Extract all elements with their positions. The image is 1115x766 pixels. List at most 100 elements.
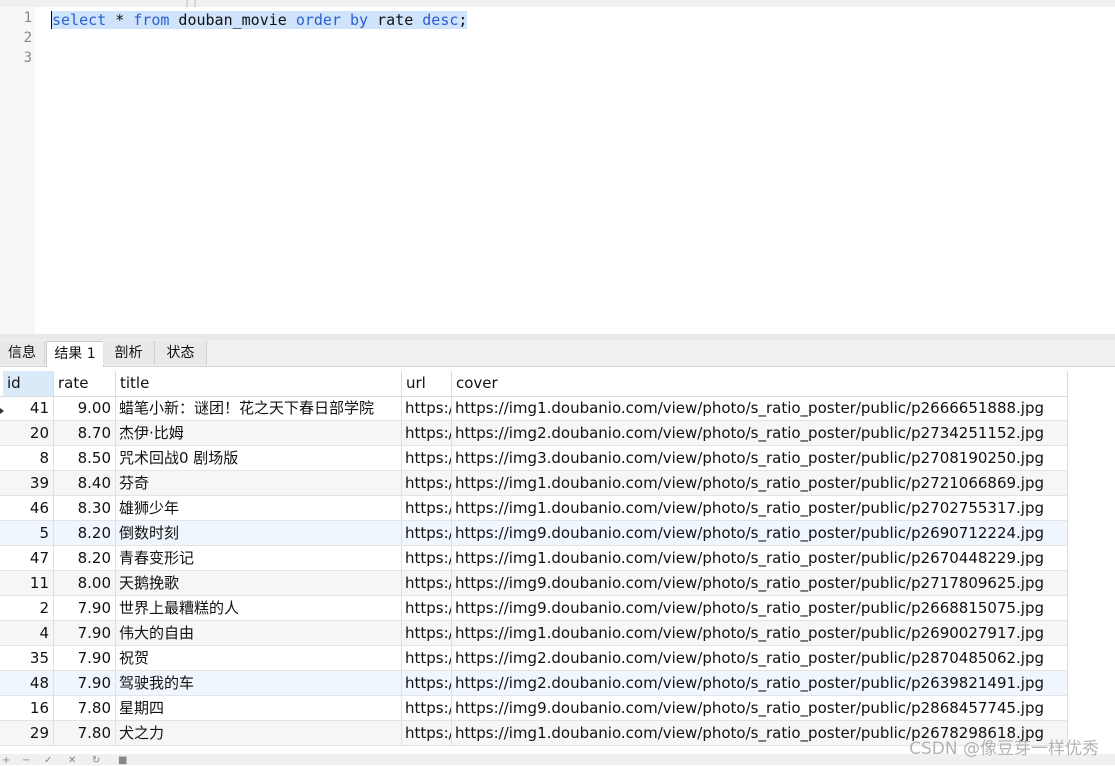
column-header-title[interactable]: title (116, 371, 402, 396)
cell-url[interactable]: https:/ (402, 596, 452, 620)
table-row[interactable]: 35 7.90 祝贺 https:/https://img2.doubanio.com… (0, 646, 1068, 671)
table-row[interactable]: 5 8.20 倒数时刻 https:/https://img9.doubanio.co… (0, 521, 1068, 546)
cell-url[interactable]: https:/ (402, 521, 452, 545)
column-header-cover[interactable]: cover (452, 371, 1068, 396)
cell-cover[interactable]: https://img9.doubanio.com/view/photo/s_r… (452, 696, 1068, 720)
cell-id[interactable]: 20 (3, 421, 54, 445)
cell-url[interactable]: https:/ (402, 671, 452, 695)
cell-rate[interactable]: 8.30 (54, 496, 116, 520)
sql-query-line[interactable]: select * from douban_movie order by rate… (52, 10, 468, 30)
tab-result-1[interactable]: 结果 1 (46, 341, 104, 367)
cell-title[interactable]: 雄狮少年 (116, 496, 402, 520)
cell-id[interactable]: 29 (3, 721, 54, 745)
cell-cover[interactable]: https://img2.doubanio.com/view/photo/s_r… (452, 646, 1068, 670)
cell-rate[interactable]: 8.00 (54, 571, 116, 595)
table-row[interactable]: 47 8.20 青春变形记 https:/https://img1.doubanio.… (0, 546, 1068, 571)
tab-separator (194, 0, 196, 7)
table-row[interactable]: 20 8.70 杰伊·比姆 https:/https://img2.doubanio.… (0, 421, 1068, 446)
cell-id[interactable]: 16 (3, 696, 54, 720)
cell-id[interactable]: 11 (3, 571, 54, 595)
table-row[interactable]: 8 8.50 咒术回战0 剧场版 https:/https://img3.douban… (0, 446, 1068, 471)
cell-rate[interactable]: 8.20 (54, 521, 116, 545)
table-row[interactable]: 4 7.90 伟大的自由 https:/https://img1.doubanio.c… (0, 621, 1068, 646)
cell-title[interactable]: 天鹅挽歌 (116, 571, 402, 595)
cell-id[interactable]: 39 (3, 471, 54, 495)
column-header-rate[interactable]: rate (54, 371, 116, 396)
cell-id[interactable]: 8 (3, 446, 54, 470)
table-row[interactable]: 48 7.90 驾驶我的车 https:/https://img2.doubanio.… (0, 671, 1068, 696)
table-row[interactable]: 39 8.40 芬奇 https:/https://img1.doubanio.com… (0, 471, 1068, 496)
selected-query-text: select * from douban_movie order by rate… (52, 11, 468, 29)
cell-url[interactable]: https:/ (402, 696, 452, 720)
cell-id[interactable]: 35 (3, 646, 54, 670)
cell-title[interactable]: 驾驶我的车 (116, 671, 402, 695)
cell-cover[interactable]: https://img3.doubanio.com/view/photo/s_r… (452, 446, 1068, 470)
cell-id[interactable]: 41 (3, 396, 54, 420)
cell-id[interactable]: 48 (3, 671, 54, 695)
cell-url[interactable]: https:/ (402, 396, 452, 420)
cell-cover[interactable]: https://img9.doubanio.com/view/photo/s_r… (452, 521, 1068, 545)
result-grid[interactable]: id rate title url cover 41 9.00 蜡笔小新：谜团！花之… (0, 371, 1068, 748)
cell-title[interactable]: 星期四 (116, 696, 402, 720)
cell-cover[interactable]: https://img1.doubanio.com/view/photo/s_r… (452, 396, 1068, 420)
cell-cover[interactable]: https://img1.doubanio.com/view/photo/s_r… (452, 621, 1068, 645)
cell-id[interactable]: 2 (3, 596, 54, 620)
cell-rate[interactable]: 7.90 (54, 671, 116, 695)
cell-cover[interactable]: https://img2.doubanio.com/view/photo/s_r… (452, 421, 1068, 445)
tab-info[interactable]: 信息 (0, 341, 45, 365)
cell-url[interactable]: https:/ (402, 546, 452, 570)
cell-cover[interactable]: https://img9.doubanio.com/view/photo/s_r… (452, 596, 1068, 620)
code-area[interactable]: select * from douban_movie order by rate… (35, 7, 1115, 334)
cell-cover[interactable]: https://img1.doubanio.com/view/photo/s_r… (452, 471, 1068, 495)
cell-title[interactable]: 伟大的自由 (116, 621, 402, 645)
cell-url[interactable]: https:/ (402, 646, 452, 670)
table-row[interactable]: 29 7.80 犬之力 https:/https://img1.doubanio.co… (0, 721, 1068, 746)
cell-title[interactable]: 芬奇 (116, 471, 402, 495)
cell-rate[interactable]: 8.50 (54, 446, 116, 470)
table-row[interactable]: 2 7.90 世界上最糟糕的人 https:/https://img9.doubani… (0, 596, 1068, 621)
cell-cover[interactable]: https://img9.doubanio.com/view/photo/s_r… (452, 571, 1068, 595)
cell-rate[interactable]: 7.90 (54, 596, 116, 620)
cell-title[interactable]: 青春变形记 (116, 546, 402, 570)
cell-cover[interactable]: https://img2.doubanio.com/view/photo/s_r… (452, 671, 1068, 695)
cell-rate[interactable]: 8.70 (54, 421, 116, 445)
tab-status[interactable]: 状态 (155, 341, 207, 365)
grid-header: id rate title url cover (0, 371, 1068, 397)
cell-rate[interactable]: 7.80 (54, 696, 116, 720)
column-header-id[interactable]: id (3, 371, 54, 396)
cell-title[interactable]: 倒数时刻 (116, 521, 402, 545)
table-row[interactable]: 41 9.00 蜡笔小新：谜团！花之天下春日部学院 https:/https://im… (0, 396, 1068, 421)
cell-url[interactable]: https:/ (402, 496, 452, 520)
table-row[interactable]: 16 7.80 星期四 https:/https://img9.doubanio.co… (0, 696, 1068, 721)
cell-url[interactable]: https:/ (402, 571, 452, 595)
cell-title[interactable]: 世界上最糟糕的人 (116, 596, 402, 620)
cell-title[interactable]: 祝贺 (116, 646, 402, 670)
cell-title[interactable]: 犬之力 (116, 721, 402, 745)
cell-id[interactable]: 46 (3, 496, 54, 520)
cell-cover[interactable]: https://img1.doubanio.com/view/photo/s_r… (452, 546, 1068, 570)
table-row[interactable]: 46 8.30 雄狮少年 https:/https://img1.doubanio.c… (0, 496, 1068, 521)
cell-rate[interactable]: 7.80 (54, 721, 116, 745)
cell-id[interactable]: 4 (3, 621, 54, 645)
tab-profile[interactable]: 剖析 (103, 341, 155, 365)
cell-rate[interactable]: 8.40 (54, 471, 116, 495)
sql-editor[interactable]: 1 2 3 select * from douban_movie order b… (0, 0, 1115, 334)
cell-title[interactable]: 咒术回战0 剧场版 (116, 446, 402, 470)
cell-title[interactable]: 杰伊·比姆 (116, 421, 402, 445)
cell-id[interactable]: 5 (3, 521, 54, 545)
cell-id[interactable]: 47 (3, 546, 54, 570)
cell-cover[interactable]: https://img1.doubanio.com/view/photo/s_r… (452, 496, 1068, 520)
cell-rate[interactable]: 8.20 (54, 546, 116, 570)
sql-keyword: from (133, 11, 170, 29)
cell-rate[interactable]: 9.00 (54, 396, 116, 420)
cell-rate[interactable]: 7.90 (54, 646, 116, 670)
cell-url[interactable]: https:/ (402, 471, 452, 495)
cell-title[interactable]: 蜡笔小新：谜团！花之天下春日部学院 (116, 396, 402, 420)
column-header-url[interactable]: url (402, 371, 452, 396)
cell-url[interactable]: https:/ (402, 421, 452, 445)
cell-rate[interactable]: 7.90 (54, 621, 116, 645)
cell-url[interactable]: https:/ (402, 721, 452, 745)
cell-url[interactable]: https:/ (402, 446, 452, 470)
table-row[interactable]: 11 8.00 天鹅挽歌 https:/https://img9.doubanio.c… (0, 571, 1068, 596)
cell-url[interactable]: https:/ (402, 621, 452, 645)
